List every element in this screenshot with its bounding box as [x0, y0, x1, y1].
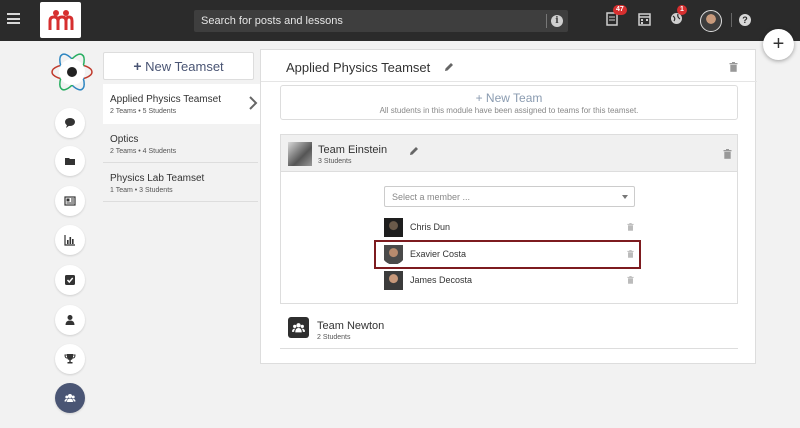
- tasks-nav-button[interactable]: [55, 265, 85, 295]
- news-nav-button[interactable]: [55, 186, 85, 216]
- team-meta: 2 Students: [317, 334, 351, 341]
- newspaper-icon: [64, 196, 76, 206]
- member-avatar: [384, 218, 403, 237]
- delete-teamset-trash-icon[interactable]: [729, 62, 738, 72]
- awards-nav-button[interactable]: [55, 344, 85, 374]
- page-title: Applied Physics Teamset: [286, 60, 431, 75]
- chat-icon: [65, 118, 75, 128]
- teamset-name: Optics: [110, 134, 139, 145]
- top-bar: Search for posts and lessons i 47 1 ?: [0, 0, 800, 41]
- module-logo-icon[interactable]: [50, 50, 94, 94]
- team-row-newton[interactable]: Team Newton 2 Students: [280, 312, 738, 349]
- teams-nav-button[interactable]: [55, 383, 85, 413]
- teamset-item-optics[interactable]: Optics 2 Teams • 4 Students: [103, 124, 258, 163]
- team-meta: 3 Students: [318, 158, 352, 165]
- teamset-item-physics-lab[interactable]: Physics Lab Teamset 1 Team • 3 Students: [103, 163, 258, 202]
- member-row: James Decosta: [384, 271, 634, 290]
- team-header[interactable]: Team Einstein 3 Students: [281, 135, 737, 172]
- search-input[interactable]: Search for posts and lessons i: [194, 10, 568, 32]
- chevron-right-icon: [249, 96, 258, 110]
- team-name: Team Einstein: [318, 144, 388, 156]
- teamset-meta: 2 Teams • 5 Students: [110, 108, 177, 115]
- edit-teamset-pencil-icon[interactable]: [444, 62, 454, 72]
- member-avatar: [384, 271, 403, 290]
- team-group-icon: [288, 317, 309, 338]
- plus-icon: +: [133, 58, 142, 74]
- info-icon[interactable]: i: [551, 15, 563, 27]
- member-name: James Decosta: [410, 275, 473, 285]
- help-icon[interactable]: ?: [739, 14, 751, 26]
- profile-nav-button[interactable]: [55, 305, 85, 335]
- user-avatar[interactable]: [700, 10, 722, 32]
- notifications-icon[interactable]: 47: [606, 5, 627, 28]
- delete-team-trash-icon[interactable]: [723, 149, 732, 159]
- chat-nav-button[interactable]: [55, 108, 85, 138]
- teamset-name: Applied Physics Teamset: [110, 94, 221, 105]
- teamset-name: Physics Lab Teamset: [110, 173, 205, 184]
- member-row: Chris Dun: [384, 218, 634, 237]
- new-team-label: + New Team: [475, 91, 543, 105]
- logo-mark-icon: [48, 10, 73, 30]
- team-photo: [288, 142, 312, 166]
- team-name: Team Newton: [317, 320, 385, 332]
- new-team-subtext: All students in this module have been as…: [379, 106, 639, 115]
- team-card-einstein: Team Einstein 3 Students Select a member…: [280, 134, 738, 304]
- highlighted-member-outline: [374, 240, 641, 269]
- calendar-icon[interactable]: [638, 12, 652, 28]
- checkbox-icon: [65, 275, 75, 285]
- caret-down-icon: [622, 195, 628, 199]
- globe-icon[interactable]: 1: [670, 5, 687, 28]
- bar-chart-icon: [64, 235, 75, 246]
- notifications-badge: 47: [613, 5, 627, 15]
- hamburger-menu-icon[interactable]: [7, 13, 20, 24]
- app-logo[interactable]: [40, 2, 81, 38]
- divider: [261, 81, 757, 82]
- new-teamset-label: New Teamset: [145, 59, 224, 74]
- trophy-icon: [64, 354, 76, 364]
- teamset-list: Applied Physics Teamset 2 Teams • 5 Stud…: [103, 84, 261, 202]
- teamset-meta: 2 Teams • 4 Students: [110, 148, 177, 155]
- member-name: Chris Dun: [410, 222, 451, 232]
- search-divider: [546, 14, 547, 28]
- search-placeholder: Search for posts and lessons: [201, 15, 343, 27]
- member-select-placeholder: Select a member ...: [392, 192, 471, 202]
- users-icon: [64, 394, 76, 402]
- remove-member-trash-icon[interactable]: [627, 223, 634, 231]
- member-select[interactable]: Select a member ...: [384, 186, 635, 207]
- teamset-item-applied-physics[interactable]: Applied Physics Teamset 2 Teams • 5 Stud…: [103, 84, 261, 124]
- folder-icon: [65, 158, 75, 165]
- teamset-detail-panel: Applied Physics Teamset + New Team All s…: [260, 49, 757, 364]
- topbar-divider: [731, 13, 732, 27]
- user-icon: [65, 315, 75, 325]
- files-nav-button[interactable]: [55, 146, 85, 176]
- new-teamset-button[interactable]: + New Teamset: [103, 52, 254, 80]
- add-button[interactable]: +: [763, 29, 794, 60]
- new-team-button[interactable]: + New Team All students in this module h…: [280, 85, 738, 120]
- teamset-meta: 1 Team • 3 Students: [110, 187, 173, 194]
- globe-badge: 1: [677, 5, 687, 15]
- remove-member-trash-icon[interactable]: [627, 276, 634, 284]
- edit-team-pencil-icon[interactable]: [409, 146, 419, 156]
- analytics-nav-button[interactable]: [55, 225, 85, 255]
